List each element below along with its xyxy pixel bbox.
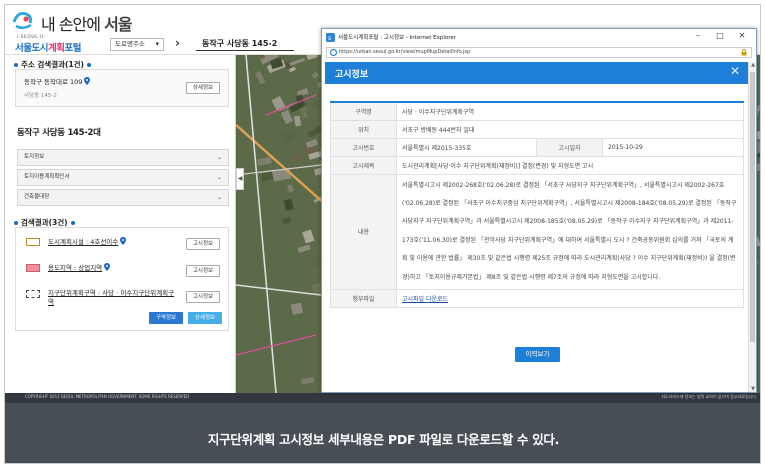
- seoul-logo-icon: [12, 11, 32, 29]
- result-item-label[interactable]: 도시계획시설 : 4호선이수: [48, 237, 127, 247]
- svg-text:s: s: [328, 35, 331, 42]
- notice-info-button[interactable]: 고시정보: [186, 291, 220, 303]
- caption-text: 지구단위계획 고시정보 세부내용은 PDF 파일로 다운로드할 수 있다.: [207, 432, 560, 447]
- accordion-building-ledger[interactable]: 건축물대장 ⌄: [17, 189, 229, 206]
- road-address: 동작구 동작대로 109: [24, 76, 91, 86]
- panel-collapse-icon[interactable]: ◀: [236, 168, 244, 190]
- scroll-up-icon[interactable]: ▲: [749, 62, 757, 68]
- content-value: 서울특별시고시 제2002-268호('02.06.28)로 결정된 「서초구 …: [396, 173, 744, 290]
- notice-info-button[interactable]: 고시정보: [186, 238, 220, 250]
- ie-logo-icon: [330, 49, 337, 56]
- current-location: 동작구 사당동 145-2: [196, 38, 294, 51]
- legend-swatch-facility: [26, 238, 40, 246]
- result-item-label[interactable]: 지구단위계획구역 : 사당 · 이수지구단위계획구역: [48, 289, 180, 307]
- screenshot-frame: 내 손안에 서울 i·SEOUL·U 서울도시계획포털 도로명주소 ▾ › 동작구…: [4, 4, 761, 464]
- search-results-list: 도시계획시설 : 4호선이수 고시정보 용도지역 : 상업지역 고시정보 지구단…: [15, 227, 229, 331]
- portal-logo[interactable]: 서울도시계획포털: [15, 40, 81, 54]
- address-bar[interactable]: https://urban.seoul.go.kr/view/mupMupDet…: [326, 47, 752, 58]
- notice-no-value: 서울특별시 제2015-335호: [396, 137, 537, 157]
- chevron-down-icon: ⌄: [216, 174, 222, 181]
- jibun-address: 사당동 145-2: [24, 93, 57, 99]
- maximize-icon[interactable]: □: [710, 31, 730, 40]
- caption-bar: 지구단위계획 고시정보 세부내용은 PDF 파일로 다운로드할 수 있다.: [5, 403, 760, 463]
- chevron-down-icon: ⌄: [216, 194, 222, 201]
- location-label: 위치: [330, 119, 397, 139]
- dialog-header: 고시정보 ✕: [325, 62, 748, 84]
- chevron-right-icon: ›: [175, 36, 180, 50]
- address-result-card: 동작구 동작대로 109 사당동 145-2 상세정보: [15, 69, 229, 107]
- map-pin-icon[interactable]: [120, 237, 127, 245]
- accordion-land-use-plan[interactable]: 토지이용계획확인서 ⌄: [17, 169, 229, 186]
- map-pin-icon[interactable]: [104, 263, 111, 271]
- area-info-button[interactable]: 구역정보: [149, 312, 183, 324]
- file-download-link[interactable]: 고시파일 다운로드: [402, 296, 448, 303]
- attachment-label: 첨부파일: [330, 288, 397, 308]
- zone-name-value: 사당 · 이수지구단위계획구역: [396, 101, 744, 121]
- subject-value: 도시관리계획[사당·이수 지구단위계획(재정비)] 결정(변경) 및 지형도면 …: [396, 155, 744, 175]
- close-icon[interactable]: ✕: [732, 31, 752, 40]
- window-titlebar[interactable]: s 서울도시계획포털 : 고시정보 - Internet Explorer – …: [322, 29, 756, 46]
- left-panel: 주소 검색결과(1건) 동작구 동작대로 109 사당동 145-2 상세정보 …: [5, 55, 236, 393]
- chevron-down-icon: ⌄: [216, 154, 222, 161]
- scroll-down-icon[interactable]: ▼: [749, 386, 757, 392]
- lock-icon: [741, 49, 747, 56]
- notice-date-value: 2015-10-29: [602, 137, 744, 157]
- minimize-icon[interactable]: –: [688, 31, 708, 40]
- browser-icon: s: [326, 33, 335, 42]
- banner-text: 내 손안에 서울: [41, 15, 133, 34]
- accordion-land-info[interactable]: 토지정보 ⌄: [17, 149, 229, 166]
- location-value: 서초구 방배동 444번지 일대: [396, 119, 744, 139]
- subject-label: 고시제목: [330, 155, 397, 175]
- notice-date-label: 고시일자: [536, 137, 603, 157]
- notice-no-label: 고시번호: [330, 137, 397, 157]
- history-button[interactable]: 이력보기: [515, 347, 560, 362]
- zone-name-label: 구역명: [330, 101, 397, 121]
- dialog-title: 고시정보: [335, 70, 369, 80]
- address-type-select[interactable]: 도로명주소 ▾: [110, 38, 164, 51]
- footer: COPYRIGHT 2011 SEOUL METROPOLITAN GOVERN…: [5, 393, 760, 403]
- content-label: 내용: [330, 173, 397, 290]
- map-pin-icon[interactable]: [84, 77, 91, 85]
- notice-info-table: 구역명 사당 · 이수지구단위계획구역 위치 서초구 방배동 444번지 일대 …: [330, 101, 744, 308]
- notice-info-button[interactable]: 고시정보: [186, 265, 220, 277]
- window-title: 서울도시계획포털 : 고시정보 - Internet Explorer: [338, 35, 457, 41]
- detail-info-button[interactable]: 상세정보: [186, 82, 220, 94]
- detail-info-button[interactable]: 상세정보: [188, 312, 222, 324]
- ie-popup-window: s 서울도시계획포털 : 고시정보 - Internet Explorer – …: [321, 28, 757, 393]
- close-icon[interactable]: ✕: [730, 64, 740, 78]
- parcel-address-title: 동작구 사당동 145-2대: [17, 128, 101, 138]
- chevron-down-icon: ▾: [155, 40, 159, 48]
- copyright-text: COPYRIGHT 2011 SEOUL METROPOLITAN GOVERN…: [25, 394, 190, 399]
- disclaimer-text: 지도서비스에 정보는 법적 효력이 없으며 참고자료입니다: [661, 394, 756, 399]
- legend-swatch-district-unit: [26, 290, 40, 298]
- legend-swatch-use-zone: [26, 264, 40, 272]
- result-item-label[interactable]: 용도지역 : 상업지역: [48, 263, 111, 273]
- scrollbar-thumb[interactable]: [750, 72, 755, 342]
- scrollbar[interactable]: ▲ ▼: [748, 62, 756, 392]
